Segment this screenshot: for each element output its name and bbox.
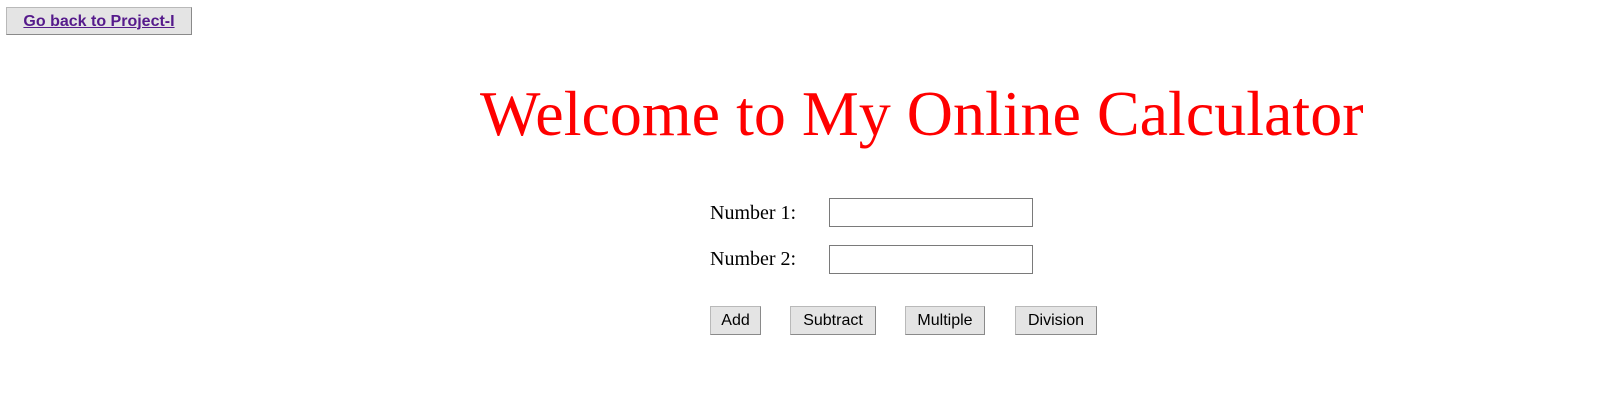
page-title: Welcome to My Online Calculator [480,78,1364,149]
subtract-button[interactable]: Subtract [790,306,876,335]
number1-input[interactable] [829,198,1033,227]
number1-label: Number 1: [710,202,797,224]
number2-label: Number 2: [710,248,797,270]
number2-input[interactable] [829,245,1033,274]
back-to-project-button[interactable]: Go back to Project-I [6,7,192,35]
division-button[interactable]: Division [1015,306,1097,335]
add-button[interactable]: Add [710,306,761,335]
multiple-button[interactable]: Multiple [905,306,985,335]
